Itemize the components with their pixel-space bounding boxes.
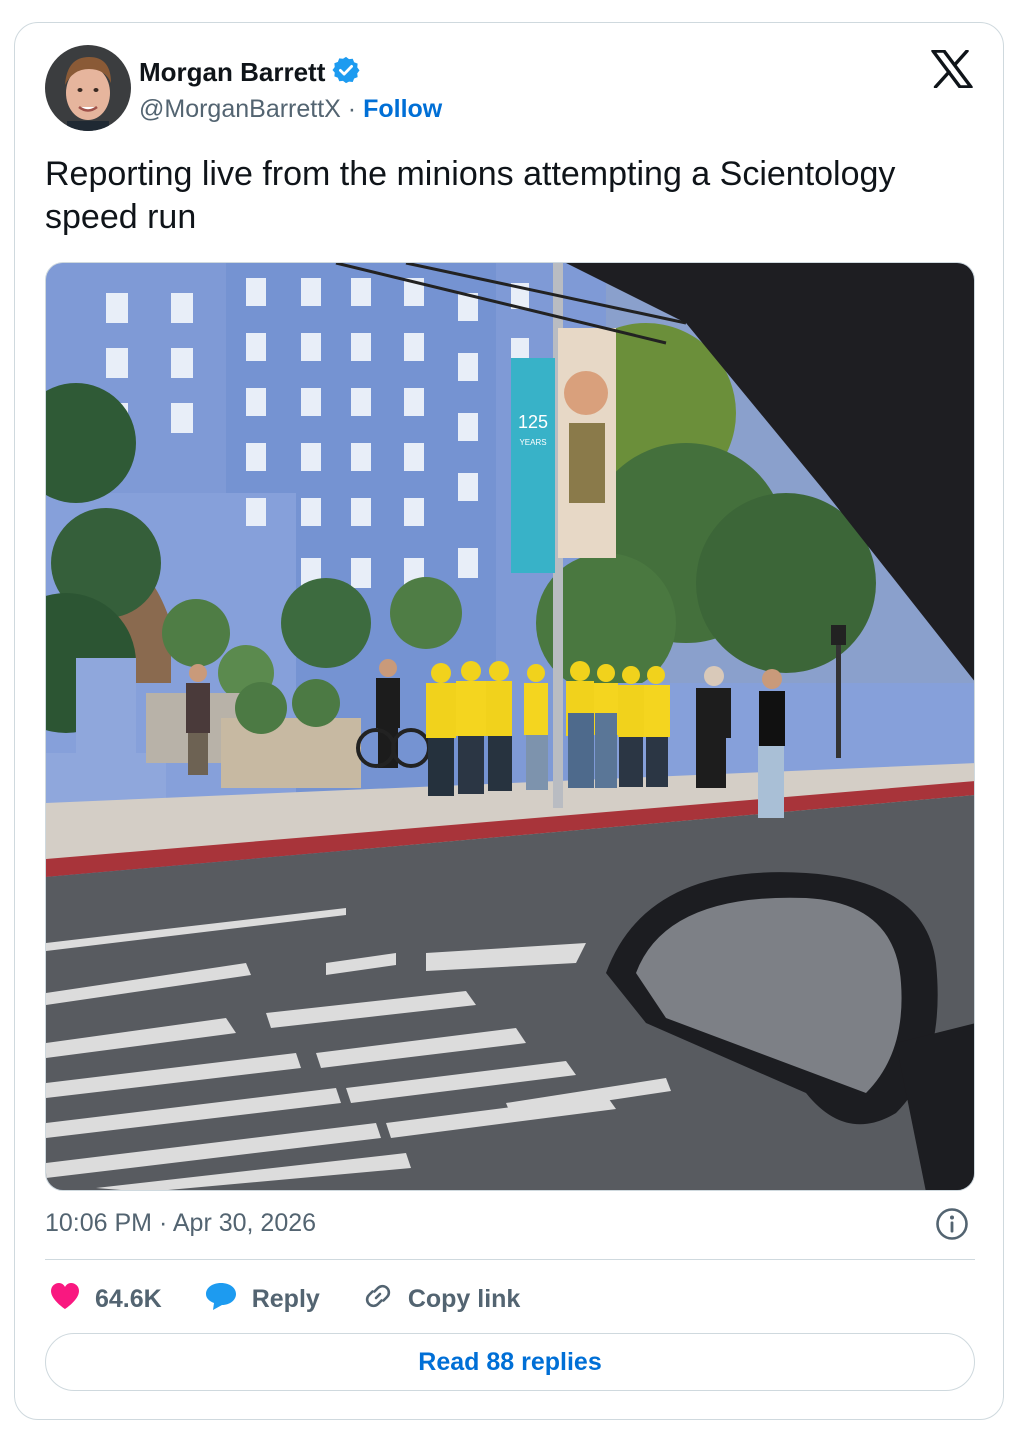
link-icon xyxy=(362,1280,394,1319)
like-button[interactable]: 64.6K xyxy=(49,1281,162,1318)
author-name[interactable]: Morgan Barrett xyxy=(139,57,325,88)
banner-years-label: YEARS xyxy=(519,438,546,447)
author-handle[interactable]: @MorganBarrettX xyxy=(139,95,341,123)
street-banner xyxy=(511,358,555,573)
like-count: 64.6K xyxy=(95,1284,162,1313)
author-avatar[interactable] xyxy=(45,45,131,131)
planter xyxy=(221,718,361,788)
speech-bubble-icon xyxy=(204,1281,238,1318)
handle-separator: · xyxy=(347,95,357,123)
tweet-photo[interactable]: 125 YEARS xyxy=(45,262,975,1191)
tweet-card: Morgan Barrett @MorganBarrettX · Follow … xyxy=(14,22,1004,1420)
reply-label: Reply xyxy=(251,1284,320,1313)
timestamp-separator: · xyxy=(158,1209,168,1237)
reply-button[interactable]: Reply xyxy=(204,1281,320,1318)
read-replies-button[interactable]: Read 88 replies xyxy=(45,1333,975,1391)
copy-link-label: Copy link xyxy=(407,1284,521,1313)
tweet-date: Apr 30, 2026 xyxy=(172,1209,317,1237)
x-logo-icon[interactable] xyxy=(931,49,973,89)
verified-badge-icon xyxy=(331,55,361,90)
info-icon[interactable] xyxy=(935,1207,969,1241)
heart-icon xyxy=(49,1281,81,1318)
tweet-time: 10:06 PM xyxy=(45,1209,153,1237)
copy-link-button[interactable]: Copy link xyxy=(362,1280,521,1319)
follow-link[interactable]: Follow xyxy=(363,95,442,123)
author-handle-row: @MorganBarrettX · Follow xyxy=(139,95,442,124)
tweet-text: Reporting live from the minions attempti… xyxy=(45,155,896,236)
author-name-row: Morgan Barrett xyxy=(139,55,361,90)
divider xyxy=(45,1259,975,1260)
action-bar: 64.6K Reply Copy link xyxy=(49,1279,562,1319)
tweet-timestamp[interactable]: 10:06 PM · Apr 30, 2026 xyxy=(45,1209,316,1238)
banner-years-number: 125 xyxy=(518,412,548,432)
